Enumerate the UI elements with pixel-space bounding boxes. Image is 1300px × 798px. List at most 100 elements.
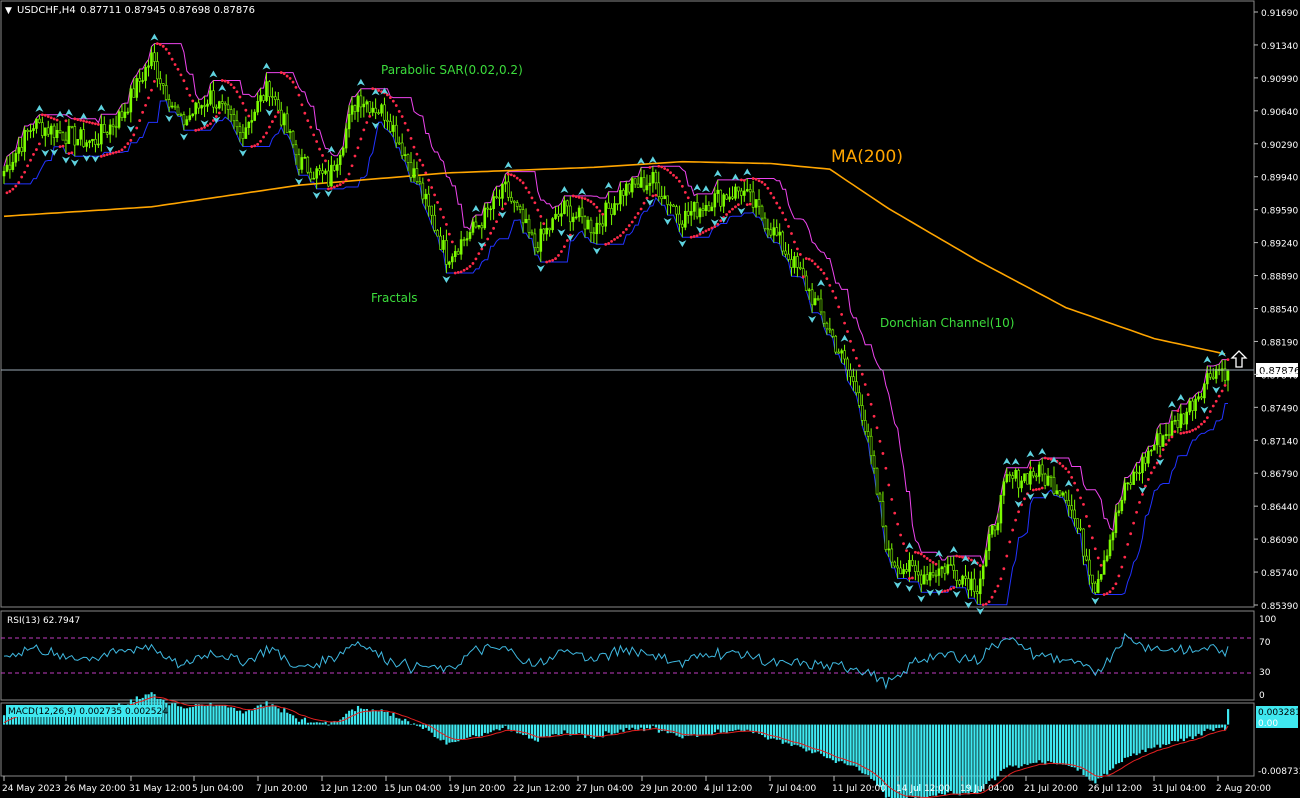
- sar-dot: [1203, 420, 1206, 423]
- macd-bar: [336, 722, 339, 725]
- macd-bar: [289, 714, 292, 725]
- macd-bar: [236, 710, 239, 725]
- sar-dot: [501, 207, 504, 211]
- header-arrow-icon[interactable]: ▼: [5, 6, 12, 16]
- candle-body: [161, 83, 165, 86]
- macd-bar: [241, 713, 245, 725]
- sar-dot: [129, 138, 133, 142]
- macd-bar: [849, 724, 852, 766]
- candle-body: [583, 216, 587, 230]
- macd-bar: [498, 724, 501, 731]
- sar-dot: [1135, 510, 1138, 514]
- candle-body: [38, 118, 41, 123]
- sar-dot: [860, 372, 864, 376]
- macd-axis: 0.0032810.00 -0.008731: [1256, 706, 1300, 777]
- sar-dot: [324, 159, 327, 163]
- sar-dot: [843, 321, 846, 325]
- candle-body: [433, 214, 436, 231]
- macd-bar: [1061, 724, 1065, 765]
- sar-dot: [1079, 496, 1082, 500]
- sar-dot: [421, 163, 425, 167]
- candle-body: [775, 227, 779, 236]
- candle-body: [689, 211, 693, 216]
- candle-body: [1055, 490, 1059, 494]
- candle-body: [636, 183, 640, 188]
- candle-body: [619, 190, 622, 205]
- fractal-down-icon: [592, 247, 601, 255]
- candle-body: [206, 103, 209, 107]
- candle-body: [276, 99, 280, 111]
- candle-body: [943, 566, 947, 574]
- candle-body: [589, 219, 593, 233]
- candle-body: [138, 78, 141, 82]
- price-tick-label: 0.86790: [1261, 470, 1298, 480]
- candle-body: [781, 231, 784, 252]
- candle-body: [1052, 477, 1056, 494]
- sar-dot: [716, 222, 720, 226]
- sar-dot: [223, 79, 227, 83]
- candle-body: [394, 124, 398, 144]
- candle-body: [191, 113, 195, 116]
- macd-bar: [1103, 724, 1106, 774]
- fractal-up-icon: [356, 78, 365, 86]
- macd-bar: [985, 724, 988, 785]
- sar-dot: [686, 196, 690, 200]
- macd-bar: [581, 724, 584, 735]
- candle-body: [766, 228, 770, 231]
- macd-bar: [619, 724, 622, 730]
- sar-dot: [583, 197, 587, 201]
- candle-body: [64, 139, 68, 144]
- candle-body: [144, 66, 147, 81]
- sar-dot: [297, 93, 301, 97]
- sar-dot: [996, 584, 1000, 588]
- candle-body: [1099, 574, 1103, 580]
- sar-dot: [433, 193, 437, 197]
- time-axis: 24 May 2023 26 May 20:00 31 May 12:00 5 Jun…: [2, 776, 1271, 794]
- macd-bar: [395, 717, 398, 725]
- fractal-down-icon: [1091, 597, 1100, 605]
- macd-bar: [271, 704, 274, 725]
- candle-body: [185, 119, 189, 126]
- sar-dot: [754, 177, 758, 181]
- candle-body: [515, 202, 519, 207]
- candle-body: [834, 335, 838, 353]
- candle-body: [41, 122, 44, 136]
- candle-body: [630, 178, 634, 193]
- macd-bar: [595, 724, 599, 737]
- macd-bar: [415, 724, 419, 726]
- candle-body: [784, 250, 787, 255]
- fractal-down-icon: [536, 265, 545, 273]
- candle-body: [530, 231, 534, 235]
- macd-bar: [433, 724, 436, 738]
- candle-body: [1037, 464, 1041, 477]
- macd-bar: [280, 712, 283, 725]
- candle-body: [439, 235, 442, 250]
- sar-dot: [1220, 389, 1224, 393]
- candle-body: [377, 112, 380, 114]
- sar-dot: [751, 177, 755, 180]
- candle-body: [908, 559, 911, 572]
- macd-bar: [560, 724, 563, 735]
- price-tick-label: 0.87140: [1261, 437, 1298, 447]
- macd-bar: [993, 724, 997, 781]
- parabolic-sar: [5, 42, 1230, 607]
- macd-bar: [1029, 724, 1032, 764]
- macd-bar: [1106, 724, 1109, 775]
- candle-body: [100, 124, 103, 145]
- macd-bar: [1109, 724, 1112, 771]
- fractal-up-icon: [1167, 400, 1176, 408]
- candle-body: [1058, 490, 1062, 496]
- candle-body: [878, 493, 882, 502]
- sar-dot: [120, 148, 124, 152]
- candle-body: [427, 193, 431, 207]
- candle-body: [141, 80, 144, 82]
- sar-dot: [1031, 488, 1035, 492]
- macd-bar: [855, 724, 858, 767]
- up-arrow-icon[interactable]: [1230, 350, 1248, 368]
- macd-tick-label: -0.008731: [1258, 767, 1300, 777]
- candle-body: [869, 435, 873, 457]
- sar-dot: [347, 172, 351, 176]
- macd-bar: [410, 724, 413, 725]
- candle-body: [445, 240, 448, 265]
- candle-body: [796, 256, 799, 268]
